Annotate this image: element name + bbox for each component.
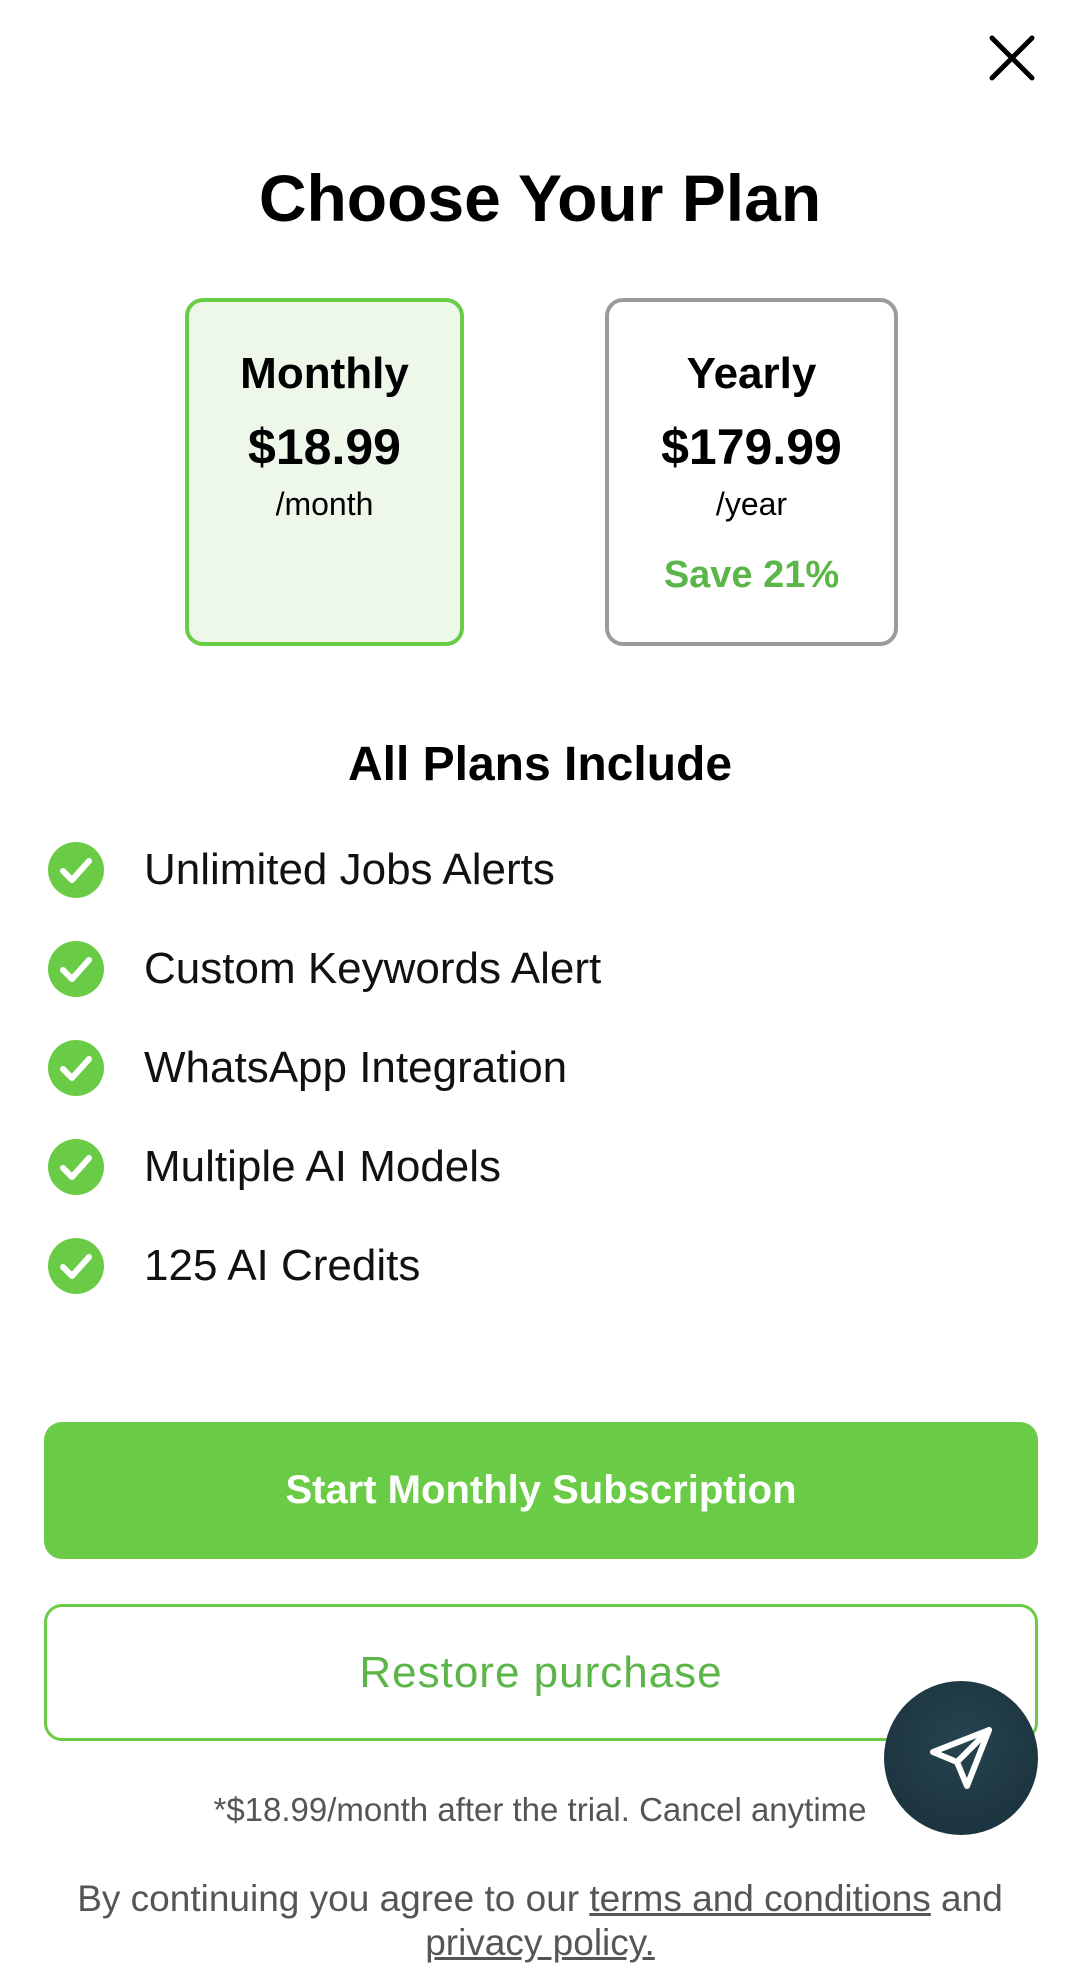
- close-button[interactable]: [986, 32, 1038, 84]
- plan-name: Monthly: [240, 349, 409, 398]
- feature-label: Unlimited Jobs Alerts: [144, 845, 555, 894]
- legal-text: By continuing you agree to our terms and…: [40, 1877, 1040, 1965]
- features-title: All Plans Include: [347, 738, 733, 791]
- feature-item: Unlimited Jobs Alerts: [48, 842, 948, 898]
- plan-period: /year: [715, 486, 788, 522]
- feature-item: WhatsApp Integration: [48, 1040, 948, 1096]
- start-subscription-button[interactable]: Start Monthly Subscription: [44, 1422, 1038, 1559]
- plan-period: /month: [275, 486, 374, 522]
- terms-link[interactable]: terms and conditions: [589, 1878, 930, 1919]
- check-circle-icon: [48, 1238, 104, 1294]
- close-icon: [989, 35, 1035, 81]
- feature-label: Multiple AI Models: [144, 1142, 502, 1191]
- check-circle-icon: [48, 842, 104, 898]
- send-icon: [930, 1727, 992, 1789]
- plan-card-yearly[interactable]: Yearly $179.99 /year Save 21%: [605, 298, 898, 646]
- page-title: Choose Your Plan: [258, 161, 822, 235]
- feature-label: WhatsApp Integration: [144, 1043, 568, 1092]
- legal-middle: and: [930, 1878, 1003, 1919]
- check-circle-icon: [48, 941, 104, 997]
- plan-savings-badge: Save 21%: [663, 554, 840, 596]
- check-circle-icon: [48, 1040, 104, 1096]
- plan-name: Yearly: [686, 349, 817, 398]
- feature-label: Custom Keywords Alert: [144, 944, 602, 993]
- trial-note: *$18.99/month after the trial. Cancel an…: [213, 1791, 867, 1828]
- feature-label: 125 AI Credits: [144, 1241, 421, 1290]
- restore-purchase-button[interactable]: Restore purchase: [44, 1604, 1038, 1741]
- privacy-link[interactable]: privacy policy.: [425, 1922, 655, 1963]
- feature-item: Multiple AI Models: [48, 1139, 948, 1195]
- feature-item: 125 AI Credits: [48, 1238, 948, 1294]
- plan-price: $179.99: [661, 419, 842, 475]
- legal-prefix: By continuing you agree to our: [77, 1878, 590, 1919]
- plan-card-monthly[interactable]: Monthly $18.99 /month: [185, 298, 464, 646]
- check-circle-icon: [48, 1139, 104, 1195]
- plan-price: $18.99: [248, 419, 401, 475]
- feature-item: Custom Keywords Alert: [48, 941, 948, 997]
